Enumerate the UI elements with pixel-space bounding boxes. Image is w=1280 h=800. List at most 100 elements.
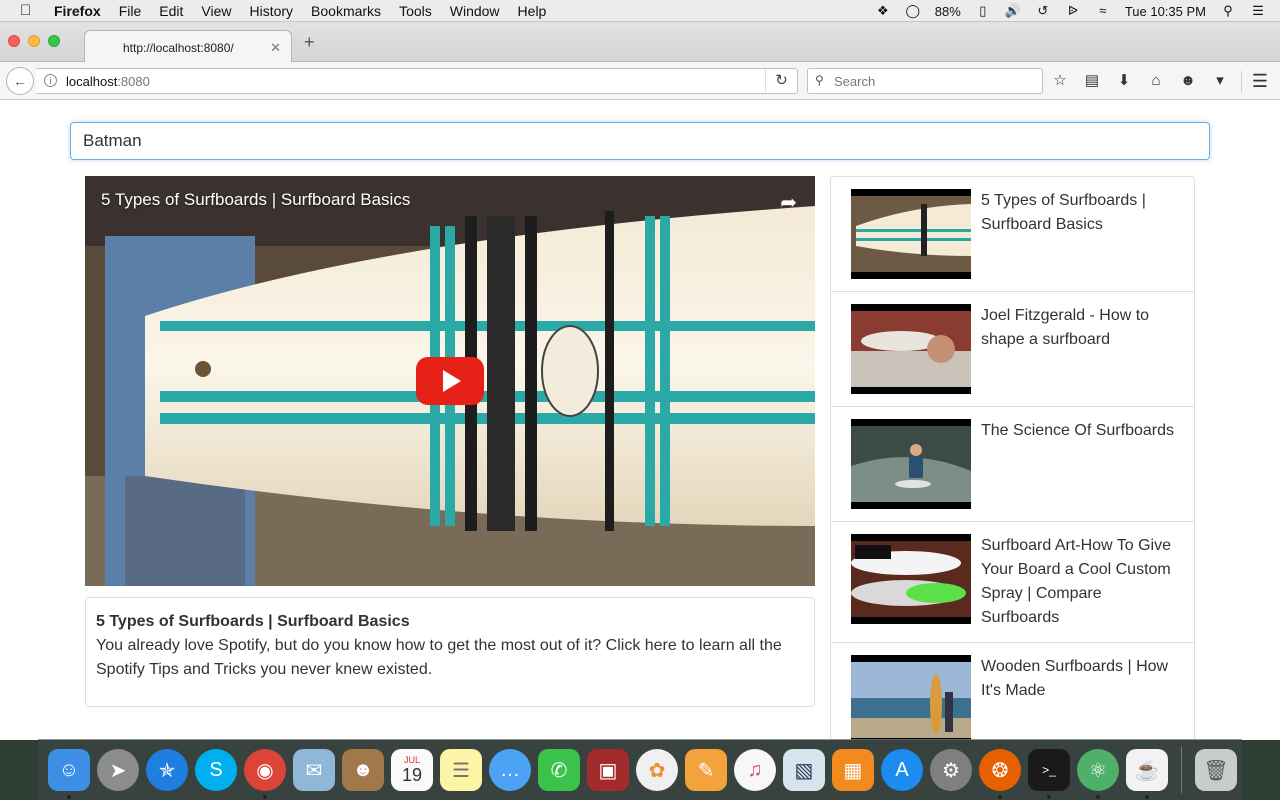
search-icon: ⚲ xyxy=(815,73,824,87)
app-store-icon[interactable]: A xyxy=(881,749,923,791)
bookmark-star-icon[interactable]: ☆ xyxy=(1050,71,1070,91)
video-list-item[interactable]: Joel Fitzgerald - How to shape a surfboa… xyxy=(831,292,1194,407)
new-tab-button[interactable]: + xyxy=(304,32,315,53)
play-icon xyxy=(443,370,461,392)
url-bar[interactable]: i localhost:8080 ↻ xyxy=(36,68,798,94)
menu-app-firefox[interactable]: Firefox xyxy=(54,3,101,19)
itunes-icon[interactable]: ♫ xyxy=(734,749,776,791)
search-placeholder: Search xyxy=(834,74,876,89)
pages-icon[interactable]: ✎ xyxy=(685,749,727,791)
home-icon[interactable]: ⌂ xyxy=(1146,71,1166,91)
tab-bar: http://localhost:8080/ ✕ + xyxy=(0,22,1280,63)
share-icon[interactable]: ➦ xyxy=(780,190,797,215)
window-controls xyxy=(8,35,60,47)
pocket-icon[interactable]: ▾ xyxy=(1210,71,1230,91)
menu-view[interactable]: View xyxy=(201,3,231,19)
time-machine-icon[interactable]: ↺ xyxy=(1035,4,1051,18)
reload-icon[interactable]: ↻ xyxy=(765,69,797,93)
bluetooth-icon[interactable]: ᐉ xyxy=(1065,4,1081,18)
site-info-icon[interactable]: i xyxy=(44,74,57,87)
menu-edit[interactable]: Edit xyxy=(159,3,183,19)
tab-close-icon[interactable]: ✕ xyxy=(270,40,281,56)
video-search-input[interactable] xyxy=(70,122,1210,160)
apple-menu-icon[interactable]:  xyxy=(20,2,36,19)
clock[interactable]: Tue 10:35 PM xyxy=(1125,4,1206,19)
video-thumbnail[interactable] xyxy=(851,189,971,279)
video-list-title[interactable]: The Science Of Surfboards xyxy=(981,419,1174,509)
running-indicator xyxy=(1047,795,1051,799)
play-button[interactable] xyxy=(416,357,484,405)
preview-icon[interactable]: ▧ xyxy=(783,749,825,791)
video-title[interactable]: 5 Types of Surfboards | Surfboard Basics xyxy=(101,190,410,210)
chat-icon[interactable]: ☻ xyxy=(1178,71,1198,91)
minimize-window-button[interactable] xyxy=(28,35,40,47)
mail-icon[interactable]: ✉ xyxy=(293,749,335,791)
launchpad-icon[interactable]: ➤ xyxy=(97,749,139,791)
contacts-icon[interactable]: ☻ xyxy=(342,749,384,791)
toolbar-icons: ☆ ▤ ⬇ ⌂ ☻ ▾ xyxy=(1050,71,1230,91)
back-button[interactable]: ← xyxy=(6,67,34,95)
browser-tab[interactable]: http://localhost:8080/ ✕ xyxy=(84,30,292,63)
running-indicator xyxy=(998,795,1002,799)
ibooks-icon[interactable]: ▦ xyxy=(832,749,874,791)
open-menu-icon[interactable]: ☰ xyxy=(1240,71,1268,92)
messages-icon[interactable]: … xyxy=(489,749,531,791)
calendar-day: 19 xyxy=(401,765,423,785)
menu-bar:  Firefox File Edit View History Bookmar… xyxy=(0,0,1280,22)
terminal-icon[interactable]: >_ xyxy=(1028,749,1070,799)
dropbox-icon[interactable]: ❖ xyxy=(875,4,891,18)
menu-tools[interactable]: Tools xyxy=(399,3,432,19)
creative-cloud-icon[interactable]: ◯ xyxy=(905,4,921,18)
volume-icon[interactable]: 🔊 xyxy=(1005,4,1021,18)
video-list-title[interactable]: 5 Types of Surfboards | Surfboard Basics xyxy=(981,189,1174,279)
system-preferences-icon[interactable]: ⚙ xyxy=(930,749,972,791)
menu-file[interactable]: File xyxy=(119,3,142,19)
dock-separator xyxy=(1181,747,1182,793)
video-player[interactable]: 5 Types of Surfboards | Surfboard Basics… xyxy=(85,176,815,586)
video-list-item[interactable]: The Science Of Surfboards xyxy=(831,407,1194,522)
video-list-item[interactable]: Surfboard Art-How To Give Your Board a C… xyxy=(831,522,1194,643)
browser-search-field[interactable]: ⚲ Search xyxy=(807,68,1043,94)
menu-history[interactable]: History xyxy=(249,3,293,19)
notes-icon[interactable]: ☰ xyxy=(440,749,482,791)
video-thumbnail[interactable] xyxy=(851,534,971,624)
trash-icon[interactable]: 🗑 xyxy=(1195,749,1237,791)
battery-icon[interactable]: ▯ xyxy=(975,4,991,18)
running-indicator xyxy=(67,795,71,799)
menu-bookmarks[interactable]: Bookmarks xyxy=(311,3,381,19)
firefox-icon[interactable]: ❂ xyxy=(979,749,1021,799)
battery-percent[interactable]: 88% xyxy=(935,4,961,19)
video-list-item[interactable]: 5 Types of Surfboards | Surfboard Basics xyxy=(831,177,1194,292)
video-thumbnail[interactable] xyxy=(851,655,971,740)
zoom-window-button[interactable] xyxy=(48,35,60,47)
close-window-button[interactable] xyxy=(8,35,20,47)
photos-icon[interactable]: ✿ xyxy=(636,749,678,791)
video-list-title[interactable]: Surfboard Art-How To Give Your Board a C… xyxy=(981,534,1174,630)
safari-icon[interactable]: ✯ xyxy=(146,749,188,791)
calendar-icon[interactable]: JUL 19 xyxy=(391,749,433,791)
spotlight-icon[interactable]: ⚲ xyxy=(1220,4,1236,18)
video-details: 5 Types of Surfboards | Surfboard Basics… xyxy=(85,597,815,707)
video-list-title[interactable]: Wooden Surfboards | How It's Made xyxy=(981,655,1174,740)
facetime-icon[interactable]: ✆ xyxy=(538,749,580,791)
video-thumbnail[interactable] xyxy=(851,304,971,394)
menu-window[interactable]: Window xyxy=(450,3,500,19)
atom-icon[interactable]: ⚛ xyxy=(1077,749,1119,799)
video-details-description: You already love Spotify, but do you kno… xyxy=(96,637,782,678)
java-icon[interactable]: ☕ xyxy=(1126,749,1168,799)
running-indicator xyxy=(1145,795,1149,799)
skype-icon[interactable]: S xyxy=(195,749,237,791)
tab-title: http://localhost:8080/ xyxy=(123,41,234,55)
chrome-icon[interactable]: ◉ xyxy=(244,749,286,799)
finder-icon[interactable]: ☺ xyxy=(48,749,90,799)
video-list-title[interactable]: Joel Fitzgerald - How to shape a surfboa… xyxy=(981,304,1174,394)
reading-list-icon[interactable]: ▤ xyxy=(1082,71,1102,91)
wifi-icon[interactable]: ≈ xyxy=(1095,4,1111,18)
notification-center-icon[interactable]: ☰ xyxy=(1250,4,1266,18)
photo-booth-icon[interactable]: ▣ xyxy=(587,749,629,791)
video-list-item[interactable]: Wooden Surfboards | How It's Made xyxy=(831,643,1194,740)
downloads-icon[interactable]: ⬇ xyxy=(1114,71,1134,91)
video-thumbnail[interactable] xyxy=(851,419,971,509)
url-port: :8080 xyxy=(117,74,150,89)
menu-help[interactable]: Help xyxy=(518,3,547,19)
